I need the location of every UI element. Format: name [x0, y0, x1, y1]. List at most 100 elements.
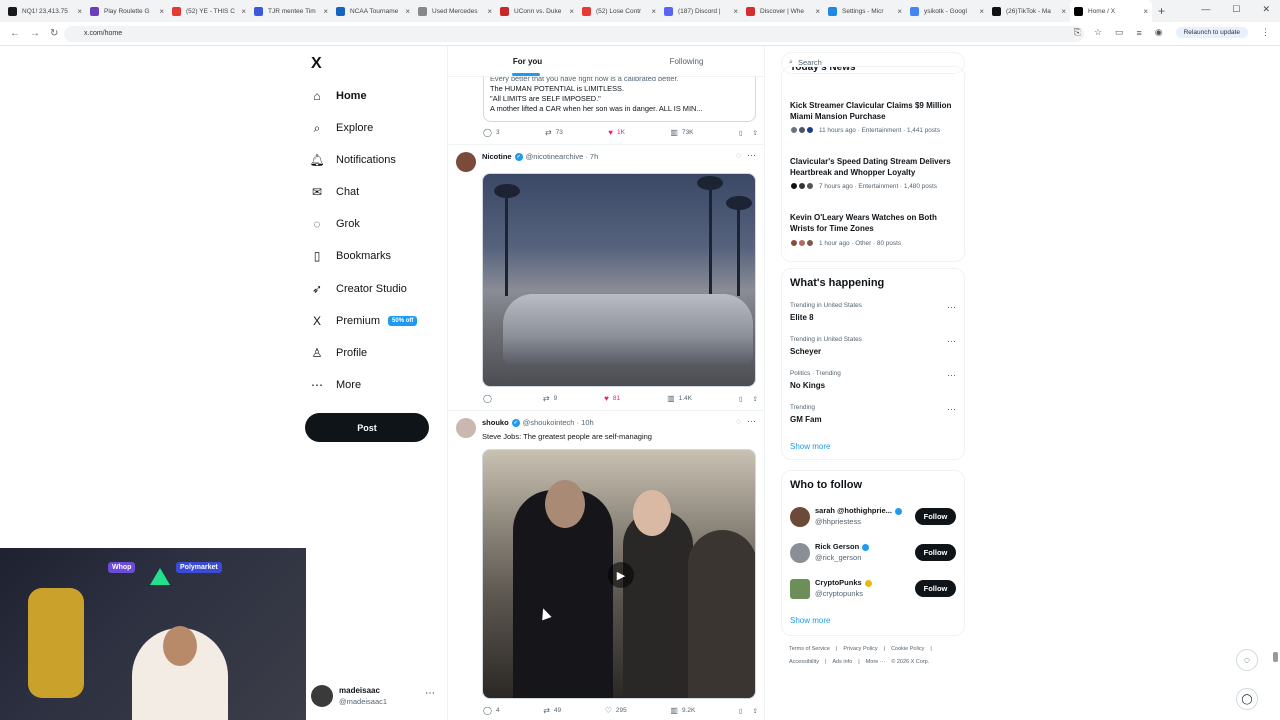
profile-icon[interactable]: ◉: [1155, 27, 1163, 38]
scrollbar-thumb[interactable]: [1273, 652, 1278, 662]
nav-item-creator-studio[interactable]: ➶ Creator Studio: [310, 279, 407, 299]
browser-tab[interactable]: Settings - Micr ×: [824, 0, 906, 22]
post-button[interactable]: Post: [305, 413, 429, 442]
share-icon[interactable]: ⇪: [753, 394, 758, 403]
bookmark-icon[interactable]: ▯: [739, 394, 743, 403]
footer-link[interactable]: More ···: [866, 659, 886, 665]
trend-name[interactable]: Scheyer: [790, 347, 821, 356]
nav-item-premium[interactable]: X Premium 50% off: [310, 311, 418, 331]
browser-tab[interactable]: NQ1! 23,413.75 ×: [4, 0, 86, 22]
minimize-icon[interactable]: —: [1201, 4, 1210, 15]
sidebar-icon[interactable]: ▭: [1115, 27, 1124, 38]
like-button[interactable]: ♥ 81: [604, 394, 620, 403]
author-line[interactable]: shouko ✓ @shoukointech · 10h: [482, 418, 594, 428]
close-tab-icon[interactable]: ×: [323, 7, 328, 16]
trend-name[interactable]: No Kings: [790, 381, 825, 390]
nav-item-grok[interactable]: ◌ Grok: [310, 214, 359, 234]
more-icon[interactable]: ⋯: [747, 150, 756, 161]
follow-button[interactable]: Follow: [915, 508, 956, 525]
extensions-icon[interactable]: ≡: [1136, 28, 1141, 38]
close-tab-icon[interactable]: ×: [405, 7, 410, 16]
close-tab-icon[interactable]: ×: [1061, 7, 1066, 16]
browser-tab[interactable]: Discover | Whe ×: [742, 0, 824, 22]
author-line[interactable]: Nicotine ✓ @nicotinearchive · 7h: [482, 152, 598, 162]
footer-link[interactable]: Privacy Policy: [843, 646, 877, 652]
follow-name[interactable]: sarah @hothighprie...: [815, 506, 902, 515]
grok-icon[interactable]: ◌: [736, 417, 741, 426]
tab-following[interactable]: Following: [607, 46, 764, 76]
close-tab-icon[interactable]: ×: [159, 7, 164, 16]
close-tab-icon[interactable]: ×: [651, 7, 656, 16]
reload-icon[interactable]: ↻: [50, 28, 60, 39]
browser-tab[interactable]: (52) Lose Contr ×: [578, 0, 660, 22]
views-button[interactable]: ▥ 1.4K: [667, 394, 692, 403]
grok-icon[interactable]: ◌: [736, 151, 741, 160]
close-tab-icon[interactable]: ×: [815, 7, 820, 16]
close-tab-icon[interactable]: ×: [569, 7, 574, 16]
news-headline[interactable]: Clavicular's Speed Dating Stream Deliver…: [790, 156, 960, 178]
reply-button[interactable]: ◯: [483, 394, 496, 403]
like-button[interactable]: ♡ 295: [605, 706, 627, 715]
account-switcher[interactable]: madeisaac @madeisaac1 ⋯: [311, 683, 439, 709]
more-icon[interactable]: ⋯: [947, 336, 956, 347]
avatar[interactable]: [790, 579, 810, 599]
more-icon[interactable]: ⋯: [947, 302, 956, 313]
views-button[interactable]: ▥ 9.2K: [670, 706, 695, 715]
follow-button[interactable]: Follow: [915, 544, 956, 561]
close-tab-icon[interactable]: ×: [487, 7, 492, 16]
trend-name[interactable]: Elite 8: [790, 313, 814, 322]
tweet-media[interactable]: [482, 173, 756, 387]
reply-button[interactable]: ◯ 3: [483, 128, 500, 137]
close-tab-icon[interactable]: ×: [241, 7, 246, 16]
close-tab-icon[interactable]: ×: [1143, 7, 1148, 16]
more-icon[interactable]: ⋯: [947, 404, 956, 415]
browser-tab[interactable]: ysikotk - Googl ×: [906, 0, 988, 22]
avatar[interactable]: [456, 418, 476, 438]
forward-icon[interactable]: →: [30, 28, 40, 39]
trend-name[interactable]: GM Fam: [790, 415, 822, 424]
repost-button[interactable]: ⇄ 73: [545, 128, 563, 137]
bookmark-icon[interactable]: ▯: [739, 128, 743, 137]
nav-item-more[interactable]: ⋯ More: [310, 375, 361, 395]
browser-tab[interactable]: Home / X ×: [1070, 0, 1152, 22]
scrollbar[interactable]: [1272, 106, 1278, 720]
show-more-link[interactable]: Show more: [790, 616, 830, 625]
star-icon[interactable]: ☆: [1094, 27, 1102, 38]
news-headline[interactable]: Kick Streamer Clavicular Claims $9 Milli…: [790, 100, 960, 122]
footer-link[interactable]: Accessibility: [789, 659, 819, 665]
browser-tab[interactable]: (52) YE - THIS C ×: [168, 0, 250, 22]
avatar[interactable]: [790, 543, 810, 563]
browser-tab[interactable]: NCAA Tourname ×: [332, 0, 414, 22]
close-window-icon[interactable]: ✕: [1262, 4, 1270, 15]
bookmark-icon[interactable]: ▯: [739, 706, 743, 715]
browser-tab[interactable]: UConn vs. Duke ×: [496, 0, 578, 22]
footer-link[interactable]: Terms of Service: [789, 646, 830, 652]
nav-item-profile[interactable]: ♙ Profile: [310, 343, 368, 363]
nav-item-explore[interactable]: ⌕ Explore: [310, 118, 374, 138]
close-tab-icon[interactable]: ×: [77, 7, 82, 16]
maximize-icon[interactable]: ☐: [1232, 4, 1240, 15]
show-more-link[interactable]: Show more: [790, 442, 830, 451]
menu-icon[interactable]: ⋮: [1261, 27, 1270, 38]
browser-tab[interactable]: (26)TikTok - Ma ×: [988, 0, 1070, 22]
follow-name[interactable]: CryptoPunks: [815, 578, 872, 587]
nav-item-chat[interactable]: ✉ Chat: [310, 182, 359, 202]
url-field[interactable]: x.com/home: [64, 26, 1084, 42]
more-icon[interactable]: ⋯: [425, 688, 435, 699]
like-button[interactable]: ♥ 1K: [608, 128, 625, 137]
share-icon[interactable]: ⇪: [753, 128, 758, 137]
close-tab-icon[interactable]: ×: [897, 7, 902, 16]
browser-tab[interactable]: Play Roulette G ×: [86, 0, 168, 22]
follow-button[interactable]: Follow: [915, 580, 956, 597]
nav-item-notifications[interactable]: 🔔︎ Notifications: [309, 150, 396, 170]
new-tab-button[interactable]: +: [1158, 4, 1165, 18]
repost-button[interactable]: ⇄ 49: [543, 706, 561, 715]
install-icon[interactable]: ⎘: [1074, 27, 1081, 38]
chat-icon[interactable]: ◯: [1236, 688, 1258, 710]
browser-tab[interactable]: (187) Discord | ×: [660, 0, 742, 22]
footer-link[interactable]: Ads info: [832, 659, 852, 665]
views-button[interactable]: ▥ 73K: [670, 128, 693, 137]
repost-button[interactable]: ⇄ 9: [543, 394, 557, 403]
quoted-post[interactable]: Every better that you have right now is …: [483, 70, 756, 122]
avatar[interactable]: [790, 507, 810, 527]
